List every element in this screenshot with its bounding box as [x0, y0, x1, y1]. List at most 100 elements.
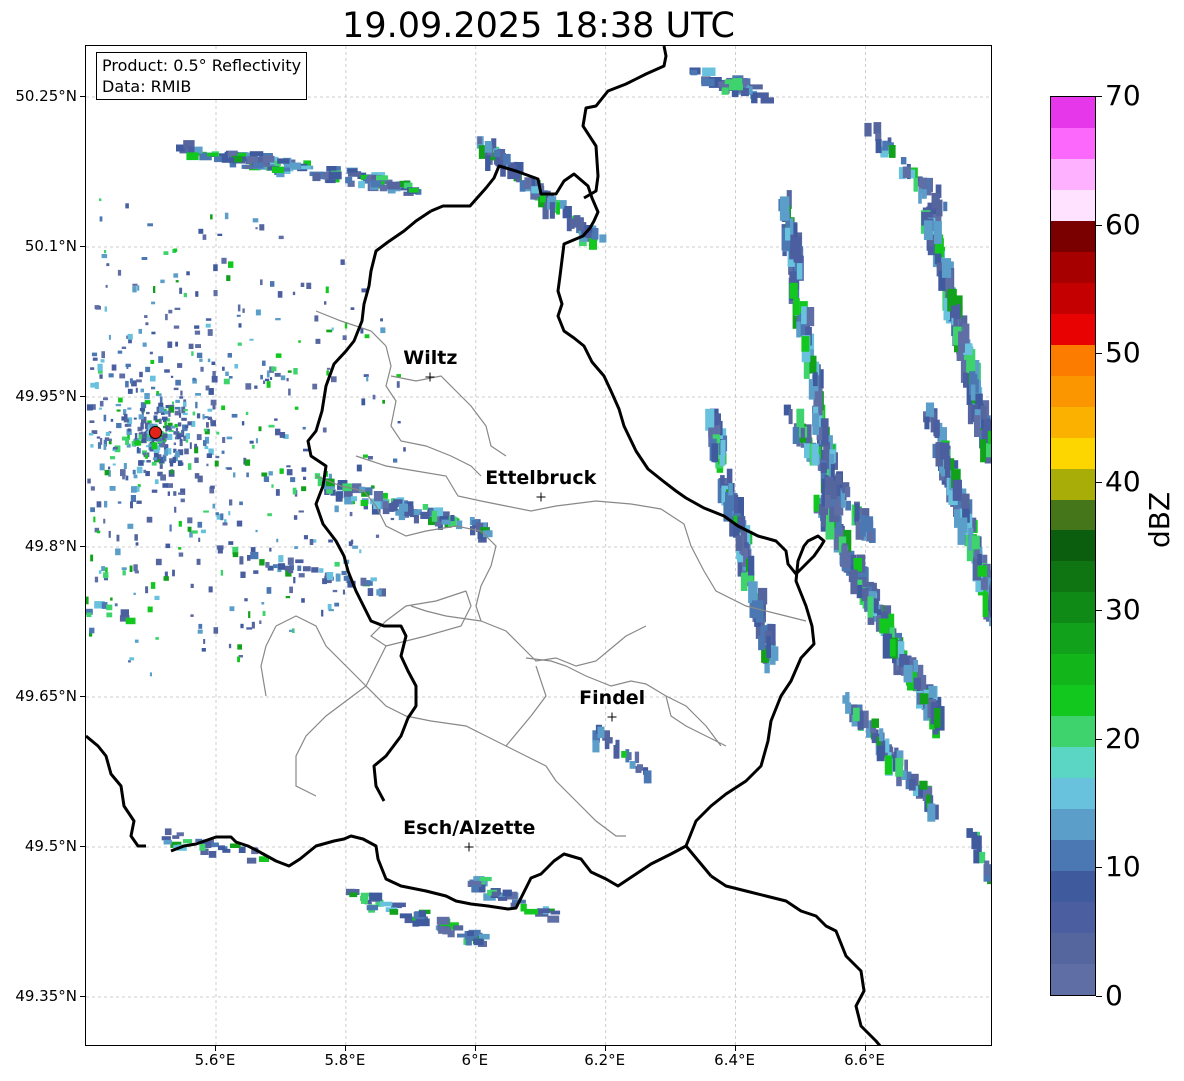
radar-echo-cell: [366, 376, 369, 382]
radar-echo-cell: [821, 510, 826, 528]
map-title: 19.09.2025 18:38 UTC: [342, 6, 735, 46]
radar-echo-cell: [239, 556, 244, 565]
radar-echo-cell: [412, 920, 420, 927]
radar-echo-cell: [271, 484, 274, 488]
radar-echo-cell: [97, 363, 103, 371]
radar-echo-cell: [376, 589, 382, 596]
colorbar-tick-label: 60: [1105, 207, 1141, 241]
radar-echo-cell: [179, 412, 182, 418]
radar-echo-cell: [246, 627, 253, 630]
radar-echo-cell: [190, 614, 194, 617]
radar-echo-cell: [126, 367, 129, 369]
colorbar-segment: [1051, 406, 1095, 438]
radar-echo-cell: [130, 501, 133, 509]
radar-echo-cell: [129, 378, 133, 384]
radar-echo-cell: [210, 418, 213, 424]
radar-echo-cell: [564, 206, 572, 218]
radar-echo-cell: [242, 308, 245, 313]
radar-echo-cell: [420, 511, 430, 519]
radar-echo-cell: [216, 431, 220, 435]
radar-echo-cell: [150, 375, 156, 382]
radar-echo-cell: [173, 442, 176, 446]
radar-echo-cell: [132, 283, 138, 286]
radar-echo-cell: [577, 217, 584, 231]
radar-echo-cell: [269, 547, 272, 552]
radar-echo-cell: [136, 500, 142, 504]
radar-echo-cell: [360, 577, 367, 586]
radar-echo-cell: [142, 342, 147, 347]
radar-echo-cell: [195, 401, 198, 409]
radar-echo-cell: [167, 434, 171, 440]
radar-echo-cell: [303, 448, 309, 452]
radar-echo-cell: [705, 408, 715, 431]
radar-echo-cell: [287, 557, 294, 565]
radar-echo-cell: [210, 485, 215, 489]
radar-echo-cell: [991, 597, 992, 617]
radar-map[interactable]: Product: 0.5° Reflectivity Data: RMIB Wi…: [85, 45, 992, 1046]
radar-echo-cell: [845, 702, 852, 714]
radar-echo-cell: [258, 426, 262, 432]
radar-echo-cell: [503, 153, 511, 165]
radar-echo-cell: [224, 212, 229, 220]
colorbar-segment: [1051, 437, 1095, 469]
radar-echo-cell: [364, 334, 370, 339]
radar-echo-cell: [913, 660, 918, 673]
radar-echo-cell: [813, 372, 818, 387]
radar-echo-cell: [228, 376, 233, 379]
radar-echo-cell: [207, 428, 210, 431]
lon-tick-mark: [864, 1046, 866, 1051]
radar-echo-cell: [952, 479, 962, 501]
radar-echo-cell: [168, 410, 171, 417]
radar-echo-cell: [550, 910, 561, 915]
radar-echo-cell: [135, 387, 138, 393]
radar-echo-cell: [192, 377, 196, 381]
radar-echo-cell: [120, 469, 126, 477]
radar-echo-cell: [165, 405, 169, 409]
radar-echo-cell: [196, 413, 201, 419]
radar-echo-cell: [213, 290, 218, 297]
lon-tick-label: 6.2°E: [584, 1051, 626, 1069]
radar-echo-cell: [94, 576, 99, 583]
radar-echo-cell: [220, 513, 224, 521]
radar-echo-cell: [196, 352, 203, 358]
radar-echo-cell: [971, 535, 980, 550]
radar-echo-cell: [164, 421, 167, 426]
lat-tick-label: 49.5°N: [24, 837, 77, 855]
colorbar-segment: [1051, 592, 1095, 624]
radar-echo-cell: [351, 496, 358, 502]
colorbar-segment: [1051, 158, 1095, 190]
radar-echo-cell: [163, 839, 172, 845]
radar-echo-cell: [146, 460, 151, 463]
radar-echo-cell: [690, 69, 698, 76]
radar-echo-cell: [110, 456, 116, 460]
radar-echo-cell: [208, 586, 213, 593]
colorbar-tick-mark: [1096, 867, 1102, 869]
radar-echo-cell: [108, 466, 111, 470]
radar-echo-cell: [145, 586, 149, 594]
radar-echo-cell: [268, 471, 273, 476]
radar-echo-cell: [961, 493, 970, 509]
radar-echo-cell: [185, 439, 189, 443]
radar-echo-cell: [380, 318, 383, 322]
radar-echo-cell: [244, 459, 251, 466]
radar-echo-cell: [328, 609, 334, 612]
radar-echo-cell: [177, 453, 180, 458]
radar-echo-cell: [324, 301, 327, 305]
radar-echo-cell: [502, 889, 512, 897]
radar-echo-cell: [229, 499, 233, 506]
radar-echo-cell: [132, 286, 137, 293]
radar-echo-cell: [349, 892, 358, 898]
radar-echo-cell: [982, 591, 989, 617]
radar-echo-cell: [925, 402, 935, 418]
radar-echo-cell: [173, 387, 179, 391]
radar-echo-cell: [347, 168, 358, 173]
radar-echo-cell: [227, 467, 232, 470]
radar-echo-cell: [172, 456, 176, 463]
radar-echo-cell: [276, 538, 279, 543]
radar-echo-cell: [267, 513, 272, 517]
radar-echo-cell: [903, 664, 913, 683]
radar-echo-cell: [254, 385, 258, 389]
radar-echo-cell: [225, 371, 229, 376]
radar-echo-cell: [136, 379, 142, 383]
radar-echo-cell: [293, 515, 298, 520]
